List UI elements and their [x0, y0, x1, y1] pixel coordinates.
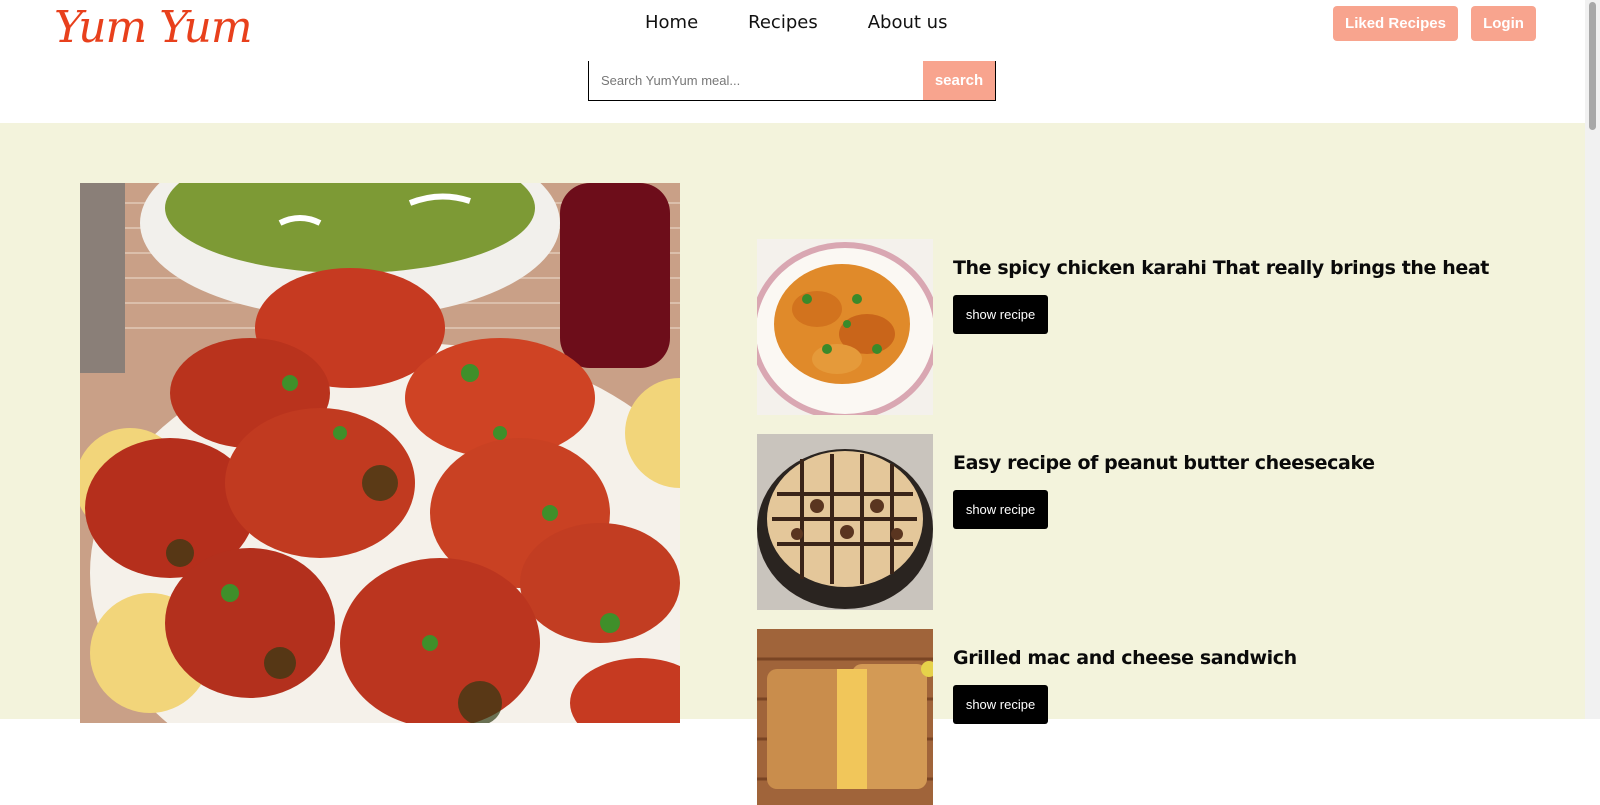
grilled-mac-cheese-sandwich-image [757, 629, 933, 805]
recipe-title: The spicy chicken karahi That really bri… [953, 257, 1489, 279]
search-bar: search [588, 61, 996, 101]
show-recipe-button[interactable]: show recipe [953, 685, 1048, 724]
main-nav: Home Recipes About us [645, 10, 947, 36]
search-button[interactable]: search [923, 61, 995, 100]
site-logo[interactable]: Yum Yum [54, 0, 253, 56]
tandoori-chicken-image [80, 183, 680, 723]
recipe-card: Grilled mac and cheese sandwich show rec… [757, 629, 1537, 805]
show-recipe-button[interactable]: show recipe [953, 490, 1048, 529]
recipe-thumbnail[interactable] [757, 239, 933, 415]
site-header: Yum Yum Home Recipes About us Liked Reci… [0, 0, 1585, 123]
show-recipe-button[interactable]: show recipe [953, 295, 1048, 334]
chicken-karahi-image [757, 239, 933, 415]
recipe-thumbnail[interactable] [757, 434, 933, 610]
nav-home[interactable]: Home [645, 10, 698, 36]
nav-about-us[interactable]: About us [868, 10, 948, 36]
peanut-butter-cheesecake-image [757, 434, 933, 610]
liked-recipes-button[interactable]: Liked Recipes [1333, 6, 1458, 41]
hero-image [80, 183, 680, 723]
search-input[interactable] [589, 61, 923, 100]
nav-recipes[interactable]: Recipes [748, 10, 818, 36]
recipe-thumbnail[interactable] [757, 629, 933, 805]
recipe-title: Grilled mac and cheese sandwich [953, 647, 1297, 669]
recipe-card: The spicy chicken karahi That really bri… [757, 239, 1537, 415]
recipe-card: Easy recipe of peanut butter cheesecake … [757, 434, 1537, 610]
page-scrollbar[interactable] [1585, 0, 1600, 719]
recipes-section: The spicy chicken karahi That really bri… [0, 123, 1585, 805]
login-button[interactable]: Login [1471, 6, 1536, 41]
scrollbar-thumb[interactable] [1589, 2, 1596, 130]
recipe-title: Easy recipe of peanut butter cheesecake [953, 452, 1375, 474]
